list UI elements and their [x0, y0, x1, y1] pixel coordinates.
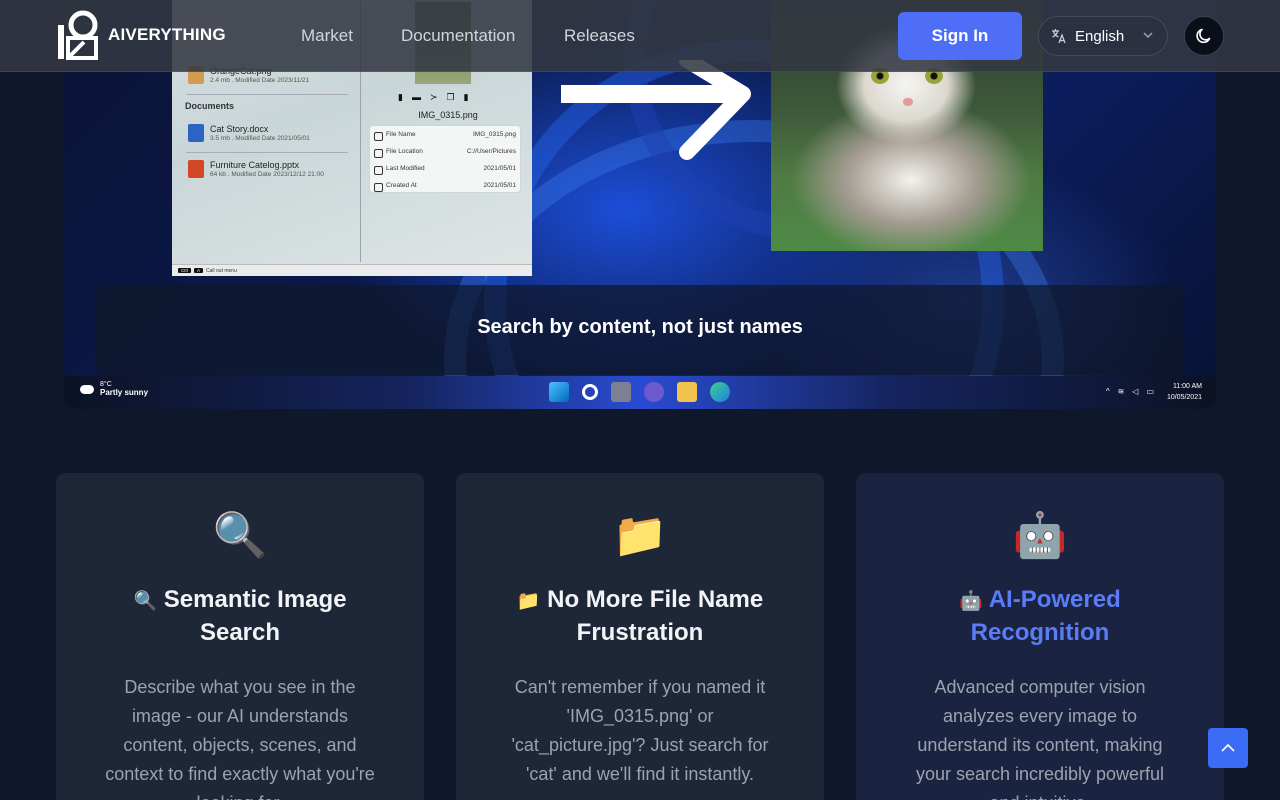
nav-link-market[interactable]: Market: [301, 26, 353, 46]
word-doc-icon: [188, 124, 204, 142]
feature-card-ai-recognition: 🤖 🤖 AI-Powered Recognition Advanced comp…: [856, 473, 1224, 800]
top-navbar: AIVERYTHING Market Documentation Release…: [0, 0, 1280, 72]
property-key: Last Modified: [374, 165, 483, 175]
property-value: IMG_0315.png: [472, 130, 516, 138]
weather-desc: Partly sunny: [100, 388, 149, 397]
property-key: Created At: [374, 182, 483, 192]
feature-title-text: No More File Name Frustration: [547, 586, 764, 646]
feature-title-text: Semantic Image Search: [163, 586, 347, 646]
volume-icon: ◁: [1132, 387, 1139, 396]
property-value: 2021/05/01: [483, 164, 516, 172]
property-row: Last Modified 2021/05/01: [374, 161, 516, 175]
theme-toggle-button[interactable]: [1184, 16, 1224, 56]
folder-icon: 📁: [516, 590, 541, 612]
file-item: Furniture Catelog.pptx 64 kb . Modified …: [188, 160, 324, 178]
file-name: Cat Story.docx: [210, 124, 269, 134]
file-explorer-icon: [677, 382, 697, 402]
feature-card-semantic-search: 🔍 🔍 Semantic Image Search Describe what …: [56, 473, 424, 800]
preview-title: IMG_0315.png: [418, 110, 478, 120]
feature-description: Advanced computer vision analyzes every …: [915, 677, 1165, 800]
language-label: English: [1075, 27, 1125, 45]
brand-name: AIVERYTHING: [108, 25, 226, 44]
key-hint: A: [194, 268, 204, 273]
windows-start-icon: [549, 382, 569, 402]
property-row: Created At 2021/05/01: [374, 178, 516, 192]
taskbar-clock: 11:00 AM 10/05/2021: [1167, 381, 1202, 403]
file-meta: 64 kb . Modified Date 2023/12/12 21:00: [210, 171, 324, 178]
wifi-icon: ≋: [1117, 387, 1125, 396]
sign-in-button[interactable]: Sign In: [898, 12, 1022, 60]
feature-title: 📁 No More File Name Frustration: [496, 584, 784, 649]
powerpoint-doc-icon: [188, 160, 204, 178]
search-icon: [582, 384, 598, 400]
file-meta: 3.5 mb . Modified Date 2021/05/01: [210, 135, 310, 142]
feature-description: Describe what you see in the image - our…: [105, 677, 375, 800]
edge-browser-icon: [710, 382, 730, 402]
weather-widget: 8°C Partly sunny: [80, 381, 148, 397]
logo-icon: [58, 10, 98, 60]
divider: [186, 152, 348, 153]
back-to-top-button[interactable]: [1208, 728, 1248, 768]
property-row: File Location C://User/Pictures: [374, 144, 516, 158]
robot-icon: 🤖: [1012, 510, 1068, 561]
feature-title-text: AI-Powered Recognition: [970, 586, 1121, 646]
hero-caption: Search by content, not just names: [96, 285, 1184, 375]
nav-link-documentation[interactable]: Documentation: [401, 26, 515, 46]
arrow-right-icon: [561, 60, 751, 160]
cloud-icon: [80, 384, 94, 394]
feature-title: 🤖 AI-Powered Recognition: [896, 584, 1184, 649]
explorer-status-bar: Ctrl A Call out menu: [172, 264, 532, 276]
folder-icon: ▬: [411, 92, 421, 102]
feature-title: 🔍 Semantic Image Search: [96, 584, 384, 649]
moon-icon: [1196, 28, 1211, 44]
windows-taskbar: 8°C Partly sunny ^ ≋ ◁ ▭ 11:00 AM 10/05/…: [64, 376, 1216, 409]
magnifier-icon: 🔍: [212, 510, 268, 561]
section-title: Documents: [185, 101, 235, 111]
terminal-icon: ≻: [429, 92, 438, 102]
sign-in-label: Sign In: [931, 26, 989, 45]
chat-icon: [644, 382, 664, 402]
chevron-down-icon: [1143, 32, 1153, 39]
translate-icon: [1052, 29, 1066, 44]
robot-icon: 🤖: [959, 590, 983, 612]
magnifier-icon: 🔍: [133, 590, 158, 612]
nav-link-releases[interactable]: Releases: [564, 26, 635, 46]
language-selector[interactable]: English: [1038, 16, 1168, 56]
feature-description: Can't remember if you named it 'IMG_0315…: [511, 677, 769, 784]
property-key: File Name: [374, 131, 473, 141]
divider: [186, 94, 348, 95]
property-value: 2021/05/01: [483, 181, 516, 189]
key-hint: Ctrl: [178, 268, 191, 273]
system-tray: ^ ≋ ◁ ▭: [1106, 387, 1154, 396]
cat-nose: [903, 98, 913, 106]
task-view-icon: [611, 382, 631, 402]
clock-date: 10/05/2021: [1166, 394, 1202, 401]
feature-card-file-names: 📁 📁 No More File Name Frustration Can't …: [456, 473, 824, 800]
properties-panel: File Name IMG_0315.png File Location C:/…: [369, 125, 521, 193]
file-meta: 2.4 mb . Modified Date 2023/11/21: [210, 77, 310, 84]
weather-temp: 8°C: [100, 381, 112, 388]
preview-toolbar: ▮ ▬ ≻ ❐ ▮: [398, 92, 469, 103]
clock-time: 11:00 AM: [1172, 383, 1202, 390]
property-key: File Location: [374, 148, 467, 158]
brand-logo[interactable]: AIVERYTHING: [56, 10, 226, 60]
status-text: Call out menu: [206, 267, 237, 274]
file-item: Cat Story.docx 3.5 mb . Modified Date 20…: [188, 124, 310, 142]
property-value: C://User/Pictures: [466, 147, 516, 155]
chevron-up-icon: [1221, 743, 1235, 752]
clipboard-icon: ▮: [463, 92, 469, 102]
taskbar-apps: [549, 382, 730, 402]
copy-icon: ❐: [446, 92, 455, 102]
file-icon: ▮: [398, 92, 403, 102]
hero-caption-text: Search by content, not just names: [477, 315, 803, 338]
battery-icon: ▭: [1146, 387, 1154, 396]
folder-icon: 📁: [612, 510, 668, 561]
file-name: Furniture Catelog.pptx: [210, 160, 300, 170]
chevron-up-icon: ^: [1105, 387, 1110, 396]
property-row: File Name IMG_0315.png: [374, 127, 516, 141]
